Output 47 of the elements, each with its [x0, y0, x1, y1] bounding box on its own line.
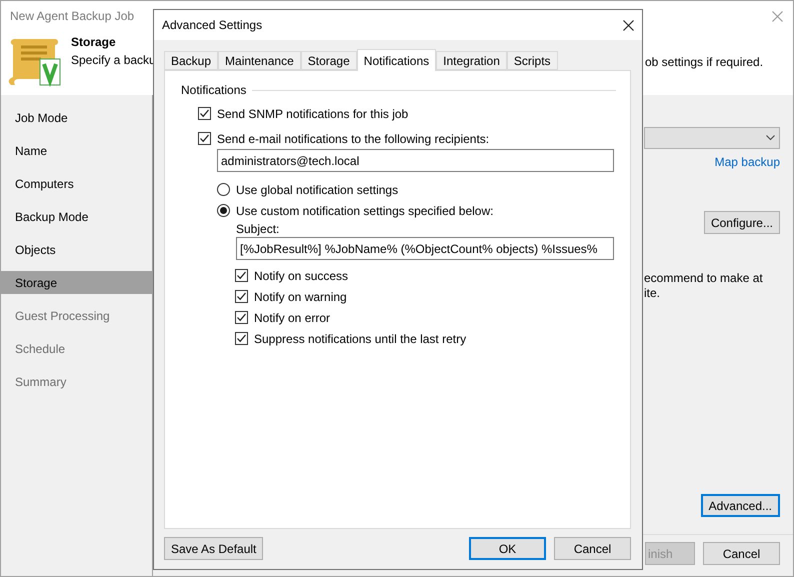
sidebar-item[interactable]: Computers	[1, 172, 152, 195]
radio-label: Use global notification settings	[236, 182, 398, 196]
tab[interactable]: Integration	[436, 51, 507, 70]
checkbox[interactable]	[235, 332, 248, 345]
checkbox-label: Notify on warning	[254, 290, 347, 304]
checkbox[interactable]	[198, 107, 211, 120]
sidebar-item[interactable]: Backup Mode	[1, 205, 152, 228]
tab[interactable]: Notifications	[356, 49, 436, 71]
tab[interactable]: Storage	[300, 51, 357, 70]
chevron-down-icon	[766, 135, 775, 141]
page-title: Storage	[71, 35, 116, 49]
sidebar-item[interactable]: Name	[1, 139, 152, 162]
checkbox-label: Send e-mail notifications to the following recipients:	[217, 132, 490, 146]
recipients-field[interactable]: administrators@tech.local	[217, 149, 614, 172]
checkbox-label: Notify on success	[254, 268, 348, 282]
subject-label: Subject:	[236, 222, 280, 236]
sidebar-item[interactable]: Storage	[1, 271, 152, 294]
subject-field[interactable]: [%JobResult%] %JobName% (%ObjectCount% objects) %Issues%	[236, 237, 614, 260]
checkbox[interactable]	[235, 269, 248, 282]
advanced-button[interactable]: Advanced...	[700, 494, 780, 517]
cancel-button[interactable]: Cancel	[703, 542, 780, 565]
map-backup-link[interactable]: Map backup	[714, 155, 780, 169]
checkbox-label: Suppress notifications until the last retry	[254, 332, 466, 346]
page-description: ob settings if required.	[645, 55, 764, 69]
storage-note: ite.	[644, 286, 662, 301]
window-title: New Agent Backup Job	[10, 9, 134, 23]
radio-button[interactable]	[217, 204, 230, 217]
close-icon[interactable]	[623, 20, 634, 30]
radio-button[interactable]	[217, 183, 230, 196]
tab[interactable]: Backup	[164, 51, 218, 70]
configure-button[interactable]: Configure...	[704, 211, 780, 234]
dialog-title: Advanced Settings	[162, 18, 262, 32]
ok-button[interactable]: OK	[469, 537, 546, 560]
checkbox[interactable]	[198, 132, 211, 145]
tab[interactable]: Maintenance	[218, 51, 301, 70]
checkbox-label: Send SNMP notifications for this job	[217, 106, 408, 120]
cancel-button[interactable]: Cancel	[554, 537, 631, 560]
sidebar-item[interactable]: Objects	[1, 238, 152, 261]
group-title: Notifications	[181, 83, 246, 97]
checkbox-label: Notify on error	[254, 310, 330, 324]
checkbox[interactable]	[235, 311, 248, 324]
save-default-button[interactable]: Save As Default	[164, 537, 264, 560]
radio-label: Use custom notification settings specified below:	[236, 204, 494, 218]
sidebar-item[interactable]: Job Mode	[1, 106, 152, 129]
checkbox[interactable]	[235, 290, 248, 303]
tab[interactable]: Scripts	[506, 51, 558, 70]
storage-note: ecommend to make at	[644, 271, 764, 286]
